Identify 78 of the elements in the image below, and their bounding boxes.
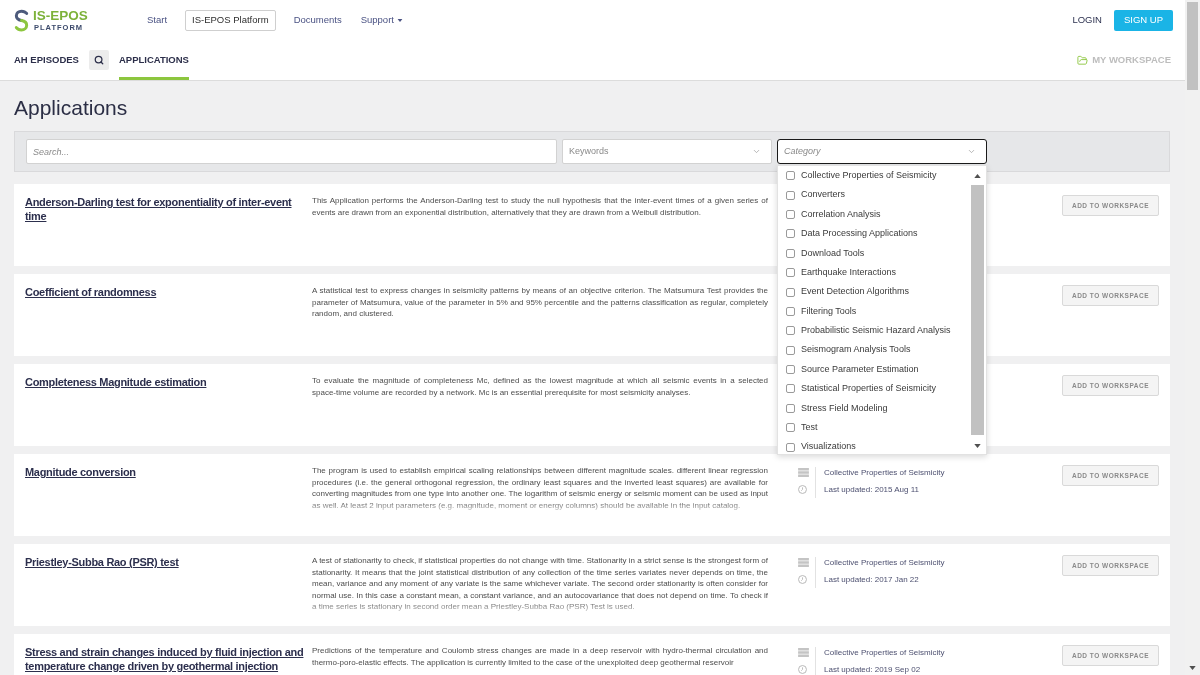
checkbox[interactable]	[786, 442, 795, 452]
category-option[interactable]: Earthquake Interactions	[778, 262, 968, 283]
category-option[interactable]: Filtering Tools	[778, 301, 968, 322]
caret-icon[interactable]	[396, 18, 403, 22]
clock-icon	[798, 575, 807, 584]
checkbox[interactable]	[786, 229, 795, 239]
search-icon	[93, 55, 104, 65]
scroll-up-icon[interactable]	[974, 174, 981, 178]
nav-link[interactable]: IS-EPOS Platform	[185, 9, 276, 31]
checkbox[interactable]	[786, 423, 795, 433]
app-description: To evaluate the magnitude of completeness Mc, defined as the lowest magnitude at which all seismic events in a selected space-time volume are recorded by a network. Mc is an essential prerequisite for most seismicity analyses.	[312, 375, 768, 398]
app-title-link[interactable]: Stress and strain changes induced by fluid injection and temperature change driven by geothermal injection	[25, 645, 307, 673]
app-description: A test of stationarity to check, if statistical properties do not change with time. Stationarity in a strict sense is the strongest form of stationarity. It means that the joint statistical distribution of any collection of the time series variates never depends on time, the mean, variance and any moment of any variate is the same whichever variate. The second order stationarity is often consider for normal use. In this case a constant mean, a constant variance, and an autocovariance that does not depend on time. To check if a time series is stationary in second order mean a Priestley-Subba Rao (PSR) Test is used.	[312, 555, 768, 613]
app-description: A statistical test to express changes in seismicity patterns by means of an objective criterion. The Matsumura Test provides the parameter of Matsumura, value of the parameter in 5% and 95% percentile and the patterns classification as regular, completely random, and clustered.	[312, 285, 768, 320]
list-icon	[798, 558, 809, 567]
category-option[interactable]: Statistical Properties of Seismicity	[778, 379, 968, 399]
checkbox[interactable]	[786, 209, 795, 219]
nav-link[interactable]: Documents	[292, 9, 343, 31]
scroll-down-icon[interactable]	[974, 444, 981, 448]
app-category: Collective Properties of Seismicity	[824, 467, 945, 478]
brand-name: IS-EPOS	[33, 8, 88, 23]
list-icon	[798, 648, 809, 657]
checkbox[interactable]	[786, 403, 795, 413]
login-link[interactable]: LOGIN	[1072, 12, 1102, 28]
category-option[interactable]: Correlation Analysis	[778, 204, 968, 225]
app-description: This Application performs the Anderson-Darling test to study the null hypothesis that the inter-event times of a given series of events are drawn from an exponential distribution, alternatively that they are drawn from a Weibull distribution.	[312, 195, 768, 218]
category-option[interactable]: Test	[778, 418, 968, 438]
category-option[interactable]: Download Tools	[778, 243, 968, 263]
search-button[interactable]	[88, 50, 109, 70]
checkbox[interactable]	[786, 268, 795, 278]
app-last-updated: Last updated: 2019 Sep 02	[824, 664, 922, 675]
checkbox[interactable]	[786, 326, 795, 336]
clock-icon	[798, 665, 807, 674]
scrollbar-thumb[interactable]	[1187, 2, 1198, 90]
app-last-updated: Last updated: 2015 Aug 11	[824, 484, 921, 495]
category-option[interactable]: Visualizations	[778, 437, 968, 454]
app-description: The program is used to establish empirical scaling relationships between different magnitude scales. different linear regression procedures (i.e. the general orthogonal regression, the ordinary least squares and the inverted least squares) are available for converting magnitudes from one type into another one. The logarithm of seismic energy or seismic moment can be used as input as well. At least 2 input parameters (e.g. magnitude, moment or energy columns) should be available in the input catalog.	[312, 465, 768, 511]
nav-tab[interactable]: APPLICATIONS	[118, 40, 189, 80]
checkbox[interactable]	[786, 365, 795, 375]
category-option[interactable]: Event Detection Algorithms	[778, 282, 968, 302]
checkbox[interactable]	[786, 345, 795, 355]
folder-icon	[1077, 54, 1089, 66]
app-title-link[interactable]: Anderson-Darling test for exponentiality of inter-event time	[25, 195, 307, 223]
nav-menu[interactable]: Support	[359, 9, 404, 31]
keywords-select[interactable]: Keywords	[562, 139, 772, 164]
search-field[interactable]: Search...	[26, 139, 557, 164]
app-category: Collective Properties of Seismicity	[824, 557, 945, 568]
category-select[interactable]: Category	[777, 139, 987, 164]
page-title: Applications	[14, 95, 128, 121]
app-title-link[interactable]: Coefficient of randomness	[25, 285, 307, 299]
app-last-updated: Last updated: 2017 Jan 22	[824, 574, 920, 585]
app-title-link[interactable]: Magnitude conversion	[25, 465, 307, 479]
category-option[interactable]: Data Processing Applications	[778, 224, 968, 244]
logo-icon	[14, 8, 29, 32]
scroll-down-icon[interactable]	[1189, 666, 1196, 670]
category-option[interactable]: Stress Field Modeling	[778, 398, 968, 419]
chevron-down-icon	[967, 147, 976, 156]
clock-icon	[798, 485, 807, 494]
checkbox[interactable]	[786, 287, 795, 297]
checkbox[interactable]	[786, 248, 795, 258]
checkbox[interactable]	[786, 190, 795, 200]
category-option[interactable]: Seismogram Analysis Tools	[778, 340, 968, 360]
scrollbar-thumb[interactable]	[971, 185, 984, 435]
category-option[interactable]: Collective Properties of Seismicity	[778, 166, 968, 186]
checkbox[interactable]	[786, 171, 795, 181]
nav-link[interactable]: Start	[146, 9, 169, 31]
list-icon	[798, 468, 809, 477]
app-title-link[interactable]: Priestley-Subba Rao (PSR) test	[25, 555, 307, 569]
checkbox[interactable]	[786, 384, 795, 394]
category-option[interactable]: Converters	[778, 185, 968, 205]
category-option[interactable]: Source Parameter Estimation	[778, 359, 968, 380]
app-category: Collective Properties of Seismicity	[824, 647, 945, 658]
app-description: Predictions of the temperature and Coulomb stress changes are made in a deep reservoir with hydro-thermal circulation and thermo-poro-elastic effects. The application is currently limited to the case of the unexploited deep geothermal reservoir	[312, 645, 768, 668]
nav-tab[interactable]: AH EPISODES	[14, 40, 79, 80]
chevron-down-icon	[752, 147, 761, 156]
category-option[interactable]: Probabilistic Seismic Hazard Analysis	[778, 321, 968, 341]
checkbox[interactable]	[786, 306, 795, 316]
app-title-link[interactable]: Completeness Magnitude estimation	[25, 375, 307, 389]
